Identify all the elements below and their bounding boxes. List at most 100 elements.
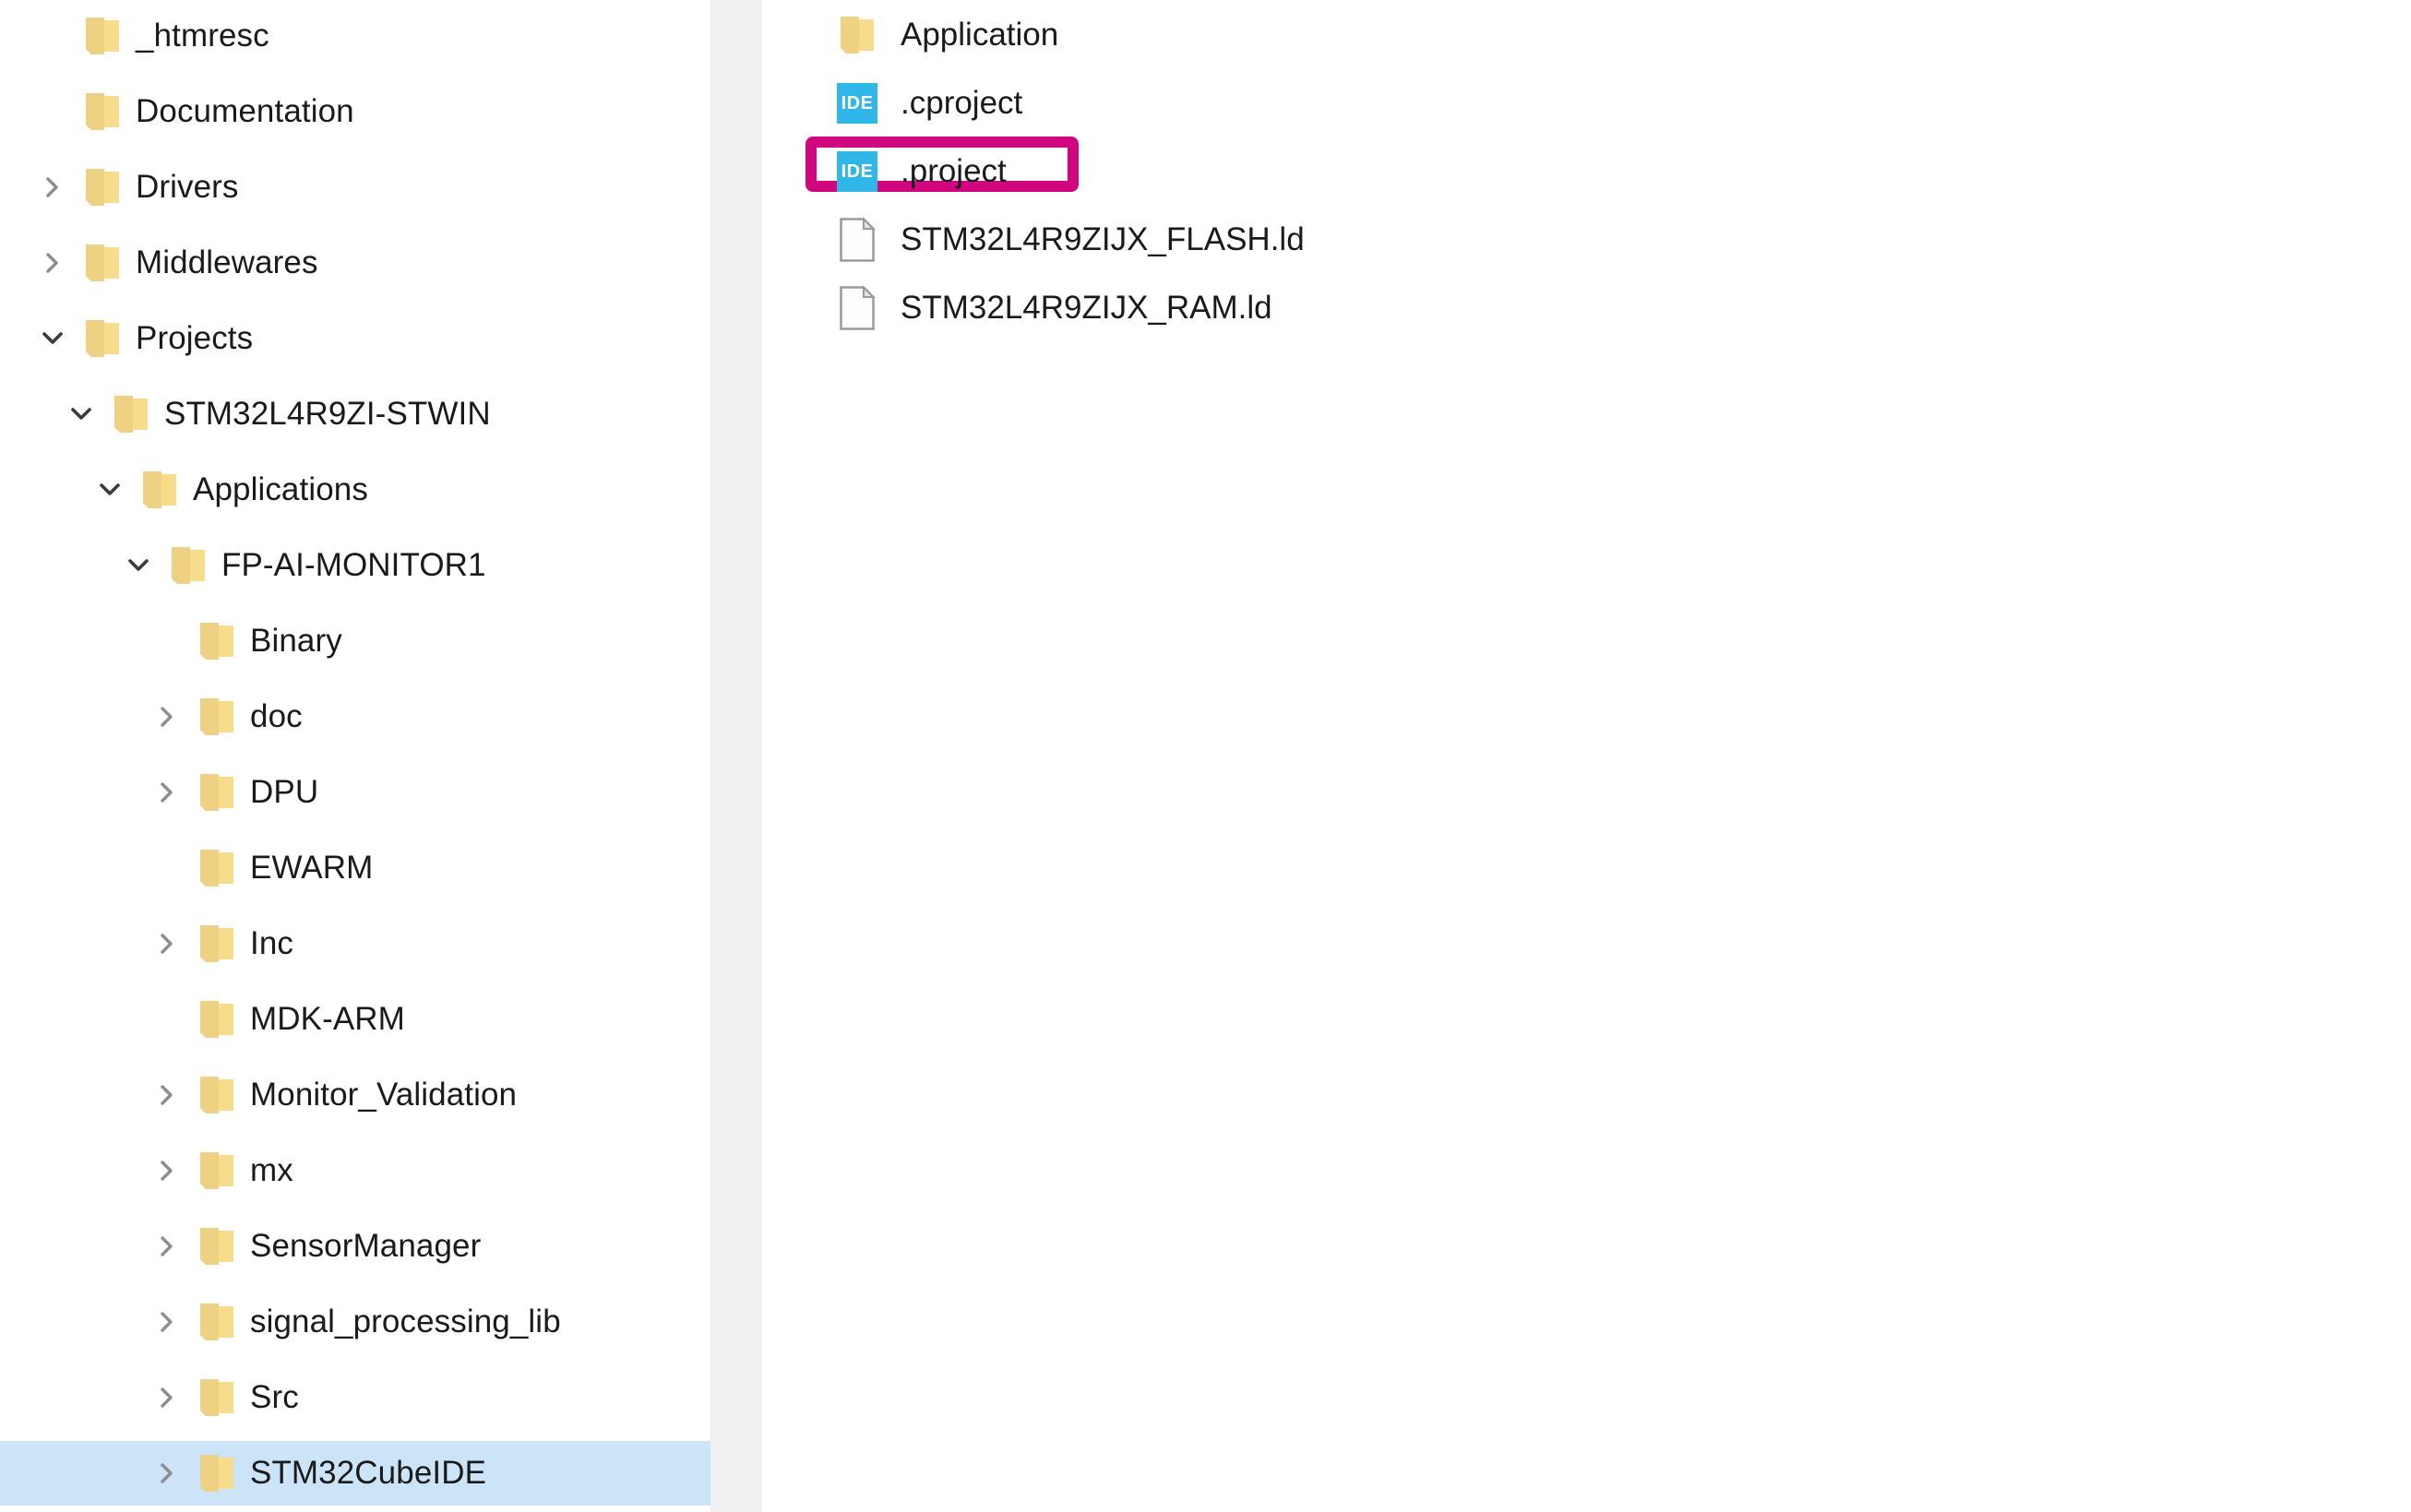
folder-icon [198, 1441, 237, 1506]
tree-item-drivers[interactable]: Drivers [0, 155, 710, 220]
file-list-item-stm32l4r9zijx-ram-ld[interactable]: STM32L4R9ZIJX_RAM.ld [830, 279, 1661, 338]
file-list-item-label: .project [901, 153, 1007, 189]
tree-item-dpu[interactable]: DPU [0, 760, 710, 825]
tree-item-inc[interactable]: Inc [0, 911, 710, 976]
file-explorer: _htmresc Documentation Drivers Middlewares P… [0, 0, 2411, 1512]
file-list-item-label: STM32L4R9ZIJX_RAM.ld [901, 290, 1272, 326]
file-list-item--project[interactable]: IDE .project [830, 142, 1661, 201]
chevron-down-icon[interactable] [61, 382, 101, 446]
tree-item-label: Inc [250, 925, 293, 961]
folder-icon [113, 382, 151, 446]
folder-icon [198, 987, 237, 1052]
tree-item-label: Drivers [136, 169, 239, 205]
folder-icon [84, 155, 123, 220]
file-list-item-label: STM32L4R9ZIJX_FLASH.ld [901, 221, 1305, 257]
chevron-right-icon[interactable] [32, 155, 73, 220]
tree-item-label: Binary [250, 623, 342, 659]
chevron-right-icon[interactable] [147, 760, 187, 825]
folder-icon [84, 231, 123, 295]
folder-icon [198, 836, 237, 900]
tree-item-label: STM32L4R9ZI-STWIN [164, 396, 491, 432]
chevron-right-icon[interactable] [32, 231, 73, 295]
tree-item-label: Middlewares [136, 244, 318, 280]
chevron-right-icon[interactable] [147, 1365, 187, 1430]
folder-icon [84, 4, 123, 68]
tree-item-monitor-validation[interactable]: Monitor_Validation [0, 1063, 710, 1127]
tree-item-label: Documentation [136, 93, 354, 129]
tree-item-label: DPU [250, 774, 319, 810]
tree-item-label: SensorManager [250, 1228, 482, 1264]
panel-divider-gap [762, 0, 770, 1512]
tree-item-label: MDK-ARM [250, 1001, 405, 1037]
tree-item--htmresc[interactable]: _htmresc [0, 4, 710, 68]
chevron-right-icon[interactable] [147, 1290, 187, 1354]
folder-icon [84, 79, 123, 144]
tree-item-label: FP-AI-MONITOR1 [221, 547, 486, 583]
file-list-item--cproject[interactable]: IDE .cproject [830, 74, 1661, 133]
file-list-item-application[interactable]: Application [830, 6, 1661, 65]
file-list-item-stm32l4r9zijx-flash-ld[interactable]: STM32L4R9ZIJX_FLASH.ld [830, 210, 1661, 269]
tree-item-label: EWARM [250, 850, 374, 886]
tree-item-label: doc [250, 698, 303, 734]
folder-icon [198, 1214, 237, 1279]
folder-icon [198, 1290, 237, 1354]
chevron-right-icon[interactable] [147, 1214, 187, 1279]
document-icon [830, 279, 884, 338]
tree-item-label: Monitor_Validation [250, 1077, 518, 1113]
tree-item-sensormanager[interactable]: SensorManager [0, 1214, 710, 1279]
tree-item-projects[interactable]: Projects [0, 306, 710, 371]
ide-file-icon: IDE [837, 83, 877, 124]
folder-icon [141, 458, 180, 522]
folder-icon [170, 533, 209, 598]
tree-item-binary[interactable]: Binary [0, 609, 710, 673]
folder-icon [198, 760, 237, 825]
file-list-panel[interactable]: Application IDE .cproject IDE .project STM32L… [770, 0, 2411, 1512]
tree-item-label: Projects [136, 320, 254, 356]
tree-item-label: Src [250, 1379, 299, 1415]
folder-icon [198, 1365, 237, 1430]
tree-item-label: mx [250, 1152, 293, 1188]
tree-item-fp-ai-monitor1[interactable]: FP-AI-MONITOR1 [0, 533, 710, 598]
tree-item-label: STM32CubeIDE [250, 1455, 487, 1491]
tree-item-middlewares[interactable]: Middlewares [0, 231, 710, 295]
tree-item-documentation[interactable]: Documentation [0, 79, 710, 144]
file-list-item-label: .cproject [901, 85, 1023, 121]
ide-file-icon: IDE [830, 74, 884, 133]
document-icon [830, 210, 884, 269]
folder-icon [198, 685, 237, 749]
tree-item-mx[interactable]: mx [0, 1138, 710, 1203]
tree-item-stm32l4r9zi-stwin[interactable]: STM32L4R9ZI-STWIN [0, 382, 710, 446]
folder-icon [830, 6, 884, 65]
chevron-right-icon[interactable] [147, 685, 187, 749]
file-list-item-label: Application [901, 17, 1059, 53]
panel-divider [710, 0, 762, 1512]
chevron-down-icon[interactable] [32, 306, 73, 371]
folder-icon [198, 1138, 237, 1203]
tree-item-applications[interactable]: Applications [0, 458, 710, 522]
navigation-tree-panel[interactable]: _htmresc Documentation Drivers Middlewares P… [0, 0, 710, 1512]
tree-item-signal-processing-lib[interactable]: signal_processing_lib [0, 1290, 710, 1354]
ide-file-icon: IDE [830, 142, 884, 201]
tree-item-doc[interactable]: doc [0, 685, 710, 749]
tree-item-label: Applications [193, 471, 368, 507]
chevron-right-icon[interactable] [147, 911, 187, 976]
chevron-down-icon[interactable] [118, 533, 159, 598]
folder-icon [198, 1063, 237, 1127]
folder-icon [198, 609, 237, 673]
tree-item-mdk-arm[interactable]: MDK-ARM [0, 987, 710, 1052]
tree-item-stm32cubeide[interactable]: STM32CubeIDE [0, 1441, 710, 1506]
ide-file-icon: IDE [837, 151, 877, 192]
folder-icon [84, 306, 123, 371]
chevron-right-icon[interactable] [147, 1063, 187, 1127]
chevron-right-icon[interactable] [147, 1441, 187, 1506]
tree-item-ewarm[interactable]: EWARM [0, 836, 710, 900]
tree-item-label: _htmresc [136, 18, 269, 54]
chevron-down-icon[interactable] [90, 458, 130, 522]
chevron-right-icon[interactable] [147, 1138, 187, 1203]
tree-item-src[interactable]: Src [0, 1365, 710, 1430]
